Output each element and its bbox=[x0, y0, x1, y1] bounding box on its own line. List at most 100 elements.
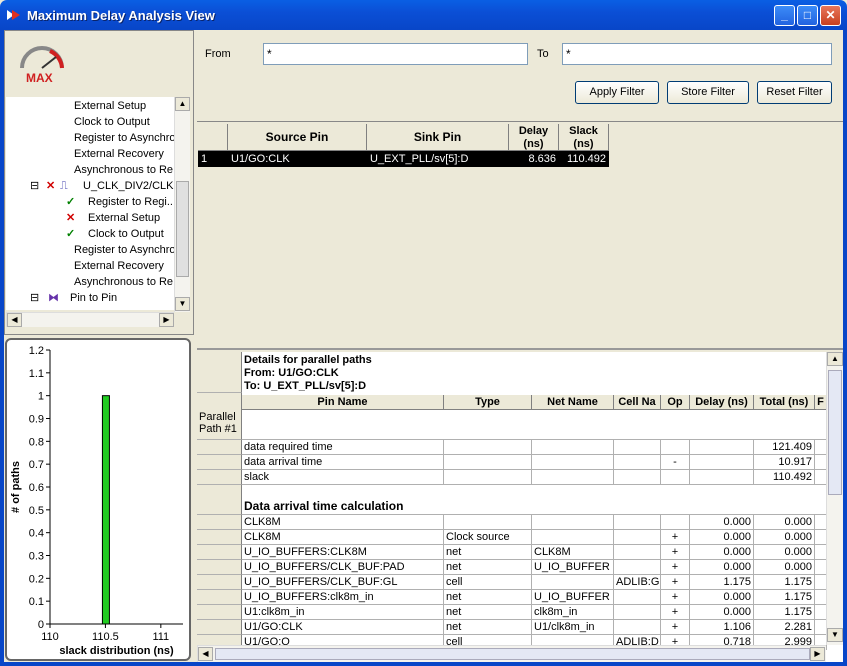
header-source-pin[interactable]: Source Pin bbox=[228, 124, 367, 151]
detail-op: + bbox=[661, 605, 690, 620]
maximize-button[interactable]: □ bbox=[797, 5, 818, 26]
reset-filter-button[interactable]: Reset Filter bbox=[757, 81, 832, 104]
details-hscrollbar[interactable]: ◀ ▶ bbox=[197, 645, 826, 662]
tree-item[interactable]: External Setup bbox=[74, 98, 146, 114]
tree-item[interactable]: Asynchronous to Re bbox=[74, 162, 173, 178]
y-axis-label: # of paths bbox=[10, 461, 22, 513]
blank-row bbox=[242, 410, 827, 440]
store-filter-button[interactable]: Store Filter bbox=[667, 81, 749, 104]
tree-item[interactable]: Clock to Output bbox=[74, 114, 150, 130]
summary-cell bbox=[532, 440, 614, 455]
detail-op bbox=[661, 515, 690, 530]
col-cell-name[interactable]: Cell Na bbox=[614, 395, 661, 410]
title-bar: Maximum Delay Analysis View _ □ ✕ bbox=[0, 0, 847, 30]
tree-item[interactable]: Register to Asynchro bbox=[74, 130, 174, 146]
slack-histogram-panel: 0 0.1 0.2 0.3 0.4 0.5 0.6 0.7 0.8 0.9 1 1.1 1.2 110 11… bbox=[5, 338, 226, 661]
row-header bbox=[197, 545, 242, 560]
x-tick-label: 110.5 bbox=[92, 631, 119, 643]
filter-panel: From * To * Apply Filter Store Filter Re… bbox=[197, 30, 843, 122]
details-grid: Details for parallel paths From: U1/GO:C… bbox=[197, 352, 843, 662]
x-axis-label: slack distribution (ns) bbox=[59, 645, 174, 657]
y-tick-label: 0.1 bbox=[29, 596, 44, 608]
y-tick-label: 0.2 bbox=[29, 573, 44, 585]
check-icon: ✓ bbox=[66, 228, 76, 240]
summary-cell bbox=[444, 470, 532, 485]
tree-item[interactable]: Register to Regi... bbox=[88, 194, 174, 210]
tree-item[interactable]: Clock to Output bbox=[88, 226, 164, 242]
tree-hscrollbar[interactable]: ◀ ▶ bbox=[6, 312, 174, 327]
tree-item[interactable]: External Setup bbox=[88, 210, 160, 226]
parallel-path-label: Parallel Path #1 bbox=[197, 393, 242, 440]
path-slack: 110.492 bbox=[559, 151, 609, 167]
detail-type: net bbox=[444, 560, 532, 575]
scroll-left-icon[interactable]: ◀ bbox=[198, 647, 213, 661]
tree-expand-icon[interactable]: ⊟ bbox=[30, 290, 39, 306]
detail-total: 2.281 bbox=[754, 620, 815, 635]
detail-cell bbox=[614, 620, 661, 635]
tree-item[interactable]: Asynchronous to Re bbox=[74, 274, 173, 290]
to-label: To bbox=[537, 48, 549, 60]
close-button[interactable]: ✕ bbox=[820, 5, 841, 26]
y-tick-label: 1 bbox=[38, 391, 44, 403]
scroll-up-icon[interactable]: ▲ bbox=[175, 97, 190, 111]
detail-op: + bbox=[661, 530, 690, 545]
detail-total: 0.000 bbox=[754, 560, 815, 575]
details-vscrollbar[interactable]: ▲ ▼ bbox=[826, 352, 843, 645]
tree-expand-icon[interactable]: ⊟ bbox=[30, 178, 39, 194]
header-slack[interactable]: Slack (ns) bbox=[559, 124, 609, 151]
row-header bbox=[197, 560, 242, 575]
detail-net: U_IO_BUFFER bbox=[532, 590, 614, 605]
col-op[interactable]: Op bbox=[661, 395, 690, 410]
summary-total: 110.492 bbox=[754, 470, 815, 485]
apply-filter-button[interactable]: Apply Filter bbox=[575, 81, 659, 104]
col-net-name[interactable]: Net Name bbox=[532, 395, 614, 410]
tree-vscrollbar[interactable]: ▲ ▼ bbox=[174, 97, 190, 312]
row-header bbox=[197, 470, 242, 485]
from-input[interactable]: * bbox=[263, 43, 528, 65]
analysis-tree[interactable]: External Setup Clock to Output Register … bbox=[6, 97, 174, 310]
path-source: U1/GO:CLK bbox=[228, 151, 367, 167]
detail-total: 1.175 bbox=[754, 605, 815, 620]
tree-item-clock[interactable]: U_CLK_DIV2/CLK bbox=[83, 178, 174, 194]
detail-pin: U_IO_BUFFERS:CLK8M bbox=[242, 545, 444, 560]
from-label: From bbox=[205, 48, 231, 60]
col-type[interactable]: Type bbox=[444, 395, 532, 410]
header-sink-pin[interactable]: Sink Pin bbox=[367, 124, 509, 151]
col-delay[interactable]: Delay (ns) bbox=[690, 395, 754, 410]
y-tick-label: 0 bbox=[38, 619, 44, 631]
scroll-thumb[interactable] bbox=[176, 181, 189, 277]
detail-cell bbox=[614, 605, 661, 620]
scroll-down-icon[interactable]: ▼ bbox=[827, 628, 843, 642]
tree-item[interactable]: External Recovery bbox=[74, 146, 164, 162]
detail-pin: U_IO_BUFFERS:clk8m_in bbox=[242, 590, 444, 605]
detail-delay: 0.000 bbox=[690, 560, 754, 575]
minimize-button[interactable]: _ bbox=[774, 5, 795, 26]
details-to: To: U_EXT_PLL/sv[5]:D bbox=[244, 380, 367, 392]
tree-item[interactable]: Register to Asynchro bbox=[74, 242, 174, 258]
row-header bbox=[197, 440, 242, 455]
col-total[interactable]: Total (ns) bbox=[754, 395, 815, 410]
detail-delay: 1.106 bbox=[690, 620, 754, 635]
col-pin-name[interactable]: Pin Name bbox=[242, 395, 444, 410]
scroll-right-icon[interactable]: ▶ bbox=[810, 647, 825, 661]
scroll-down-icon[interactable]: ▼ bbox=[175, 297, 190, 311]
to-input[interactable]: * bbox=[562, 43, 832, 65]
scroll-thumb[interactable] bbox=[828, 370, 842, 495]
scroll-thumb[interactable] bbox=[215, 648, 810, 660]
summary-op: - bbox=[661, 455, 690, 470]
summary-cell bbox=[614, 470, 661, 485]
window-title: Maximum Delay Analysis View bbox=[27, 8, 215, 23]
tree-item[interactable]: Pin to Pin bbox=[70, 290, 117, 306]
detail-cell bbox=[614, 560, 661, 575]
detail-pin: U_IO_BUFFERS/CLK_BUF:GL bbox=[242, 575, 444, 590]
header-delay[interactable]: Delay (ns) bbox=[509, 124, 559, 151]
y-tick-label: 1.2 bbox=[29, 345, 44, 357]
clock-wave-icon: ⎍ bbox=[60, 180, 68, 192]
summary-cell bbox=[444, 440, 532, 455]
detail-cell: ADLIB:G bbox=[614, 575, 661, 590]
scroll-up-icon[interactable]: ▲ bbox=[827, 352, 843, 366]
scroll-left-icon[interactable]: ◀ bbox=[7, 313, 22, 327]
tree-item[interactable]: External Recovery bbox=[74, 258, 164, 274]
y-tick-label: 0.8 bbox=[29, 436, 44, 448]
scroll-right-icon[interactable]: ▶ bbox=[159, 313, 174, 327]
